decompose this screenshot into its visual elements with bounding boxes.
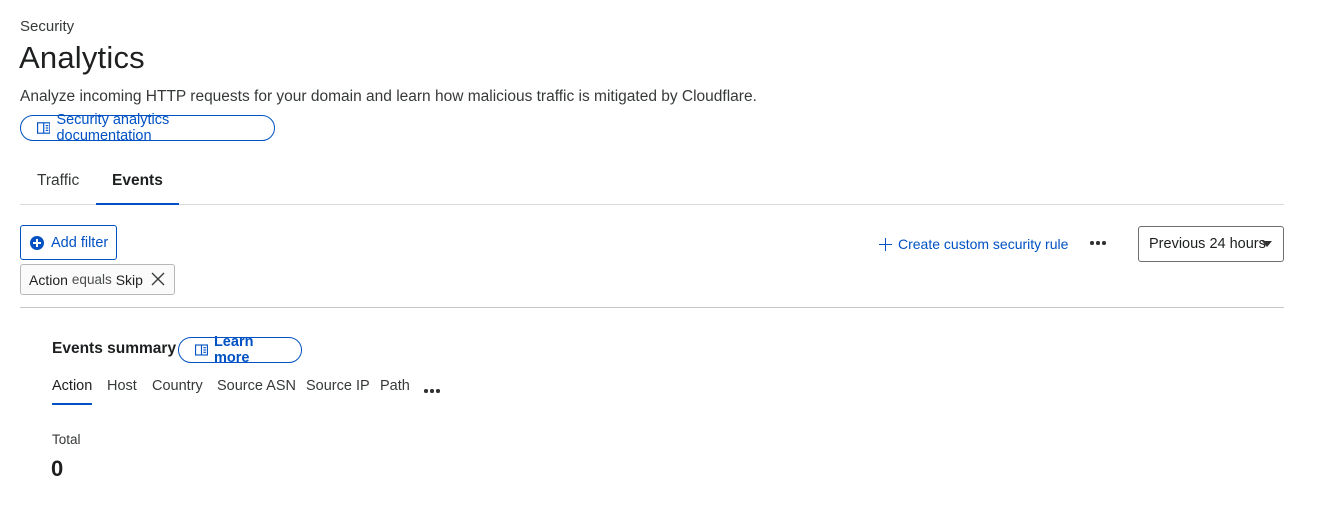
time-range-value: Previous 24 hours xyxy=(1149,236,1266,252)
add-filter-button[interactable]: Add filter xyxy=(20,225,117,260)
more-horizontal-icon[interactable] xyxy=(1090,241,1106,245)
divider xyxy=(20,307,1284,308)
breadcrumb[interactable]: Security xyxy=(20,18,74,35)
book-icon xyxy=(37,122,51,134)
create-rule-label: Create custom security rule xyxy=(898,236,1069,252)
filter-operator: equals xyxy=(71,272,112,287)
time-range-select[interactable]: Previous 24 hours xyxy=(1138,226,1284,262)
summary-tab-path[interactable]: Path xyxy=(380,378,410,394)
total-label: Total xyxy=(52,432,81,447)
plus-icon xyxy=(879,237,892,251)
page-title: Analytics xyxy=(19,40,145,75)
tab-events[interactable]: Events xyxy=(96,160,179,205)
filter-value: Skip xyxy=(115,271,143,288)
create-custom-rule-link[interactable]: Create custom security rule xyxy=(879,234,1068,254)
summary-tab-host[interactable]: Host xyxy=(107,378,137,394)
security-analytics-page: Security Analytics Analyze incoming HTTP… xyxy=(0,0,1333,508)
documentation-link-label: Security analytics documentation xyxy=(56,112,170,144)
summary-tab-action[interactable]: Action xyxy=(52,378,93,405)
more-horizontal-icon[interactable] xyxy=(424,389,440,393)
plus-circle-icon xyxy=(30,235,44,250)
add-filter-label: Add filter xyxy=(51,234,109,251)
summary-tab-country[interactable]: Country xyxy=(152,378,203,394)
page-description: Analyze incoming HTTP requests for your … xyxy=(20,88,757,105)
documentation-link[interactable]: Security analytics documentation xyxy=(20,112,275,144)
caret-down-icon xyxy=(1262,241,1272,247)
summary-tab-source-asn[interactable]: Source ASN xyxy=(217,378,296,394)
tab-traffic[interactable]: Traffic xyxy=(37,160,79,205)
total-value: 0 xyxy=(51,456,64,481)
learn-more-link[interactable]: Learn more xyxy=(178,334,302,366)
filter-field: Action xyxy=(29,271,68,288)
tab-bar: Traffic Events xyxy=(20,160,1284,205)
summary-tab-source-ip[interactable]: Source IP xyxy=(306,378,370,394)
learn-more-label: Learn more xyxy=(213,334,254,366)
book-icon xyxy=(195,344,208,356)
filter-chip[interactable]: Action equals Skip xyxy=(20,264,175,295)
close-icon[interactable] xyxy=(151,272,165,286)
events-summary-title: Events summary xyxy=(52,340,177,357)
